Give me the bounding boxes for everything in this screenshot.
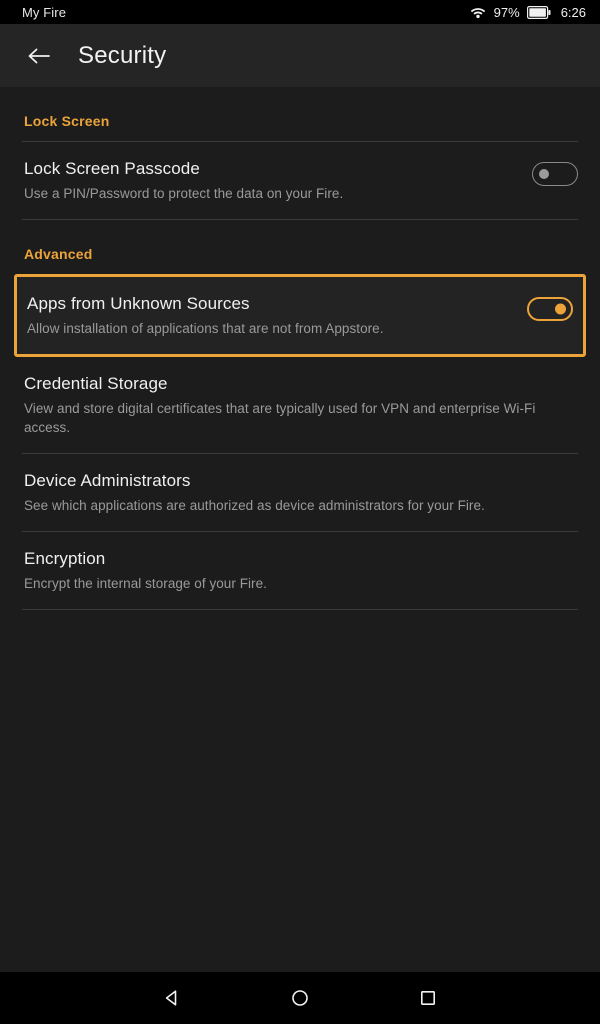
status-bar: My Fire 97% 6:26	[0, 0, 600, 24]
toggle-knob	[539, 169, 549, 179]
list-item-title: Encryption	[24, 549, 106, 568]
arrow-left-icon	[26, 46, 52, 66]
square-recents-icon	[418, 988, 438, 1008]
list-item-subtitle: Encrypt the internal storage of your Fir…	[24, 576, 267, 591]
fire-tablet-screen: My Fire 97% 6:26 Security Lock Screen Lo…	[0, 0, 600, 1024]
toggle-lock-screen-passcode[interactable]	[532, 162, 578, 186]
list-item-texts: Apps from Unknown Sources Allow installa…	[27, 293, 527, 338]
list-item-texts: Encryption Encrypt the internal storage …	[24, 548, 578, 593]
list-item-control	[527, 293, 573, 321]
nav-recents-button[interactable]	[364, 972, 492, 1024]
section-header-advanced: Advanced	[24, 246, 93, 262]
toggle-apps-from-unknown-sources[interactable]	[527, 297, 573, 321]
list-item-texts: Lock Screen Passcode Use a PIN/Password …	[24, 158, 532, 203]
toggle-knob	[555, 303, 566, 315]
list-item-control	[532, 158, 578, 186]
list-item-device-administrators[interactable]: Device Administrators See which applicat…	[0, 454, 600, 531]
list-item-subtitle: See which applications are authorized as…	[24, 498, 485, 513]
status-device-label: My Fire	[22, 4, 67, 20]
list-item-encryption[interactable]: Encryption Encrypt the internal storage …	[0, 532, 600, 609]
list-item-title: Credential Storage	[24, 374, 168, 393]
focus-highlight-apps-from-unknown-sources: Apps from Unknown Sources Allow installa…	[14, 274, 586, 357]
list-item-subtitle: Use a PIN/Password to protect the data o…	[24, 186, 344, 201]
status-clock: 6:26	[560, 4, 586, 20]
triangle-back-icon	[162, 988, 182, 1008]
section-header-lock-screen: Lock Screen	[24, 113, 110, 129]
nav-home-button[interactable]	[236, 972, 364, 1024]
list-item-texts: Credential Storage View and store digita…	[24, 373, 578, 437]
list-item-title: Apps from Unknown Sources	[27, 294, 250, 313]
list-item-texts: Device Administrators See which applicat…	[24, 470, 578, 515]
list-item-title: Lock Screen Passcode	[24, 159, 200, 178]
back-button[interactable]	[22, 39, 56, 73]
app-header: Security	[0, 24, 600, 87]
settings-list: Lock Screen Lock Screen Passcode Use a P…	[0, 87, 600, 972]
list-item-apps-from-unknown-sources[interactable]: Apps from Unknown Sources Allow installa…	[17, 277, 583, 354]
system-navigation-bar	[0, 972, 600, 1024]
divider	[22, 609, 578, 610]
circle-home-icon	[290, 988, 310, 1008]
page-title: Security	[78, 41, 167, 69]
list-item-title: Device Administrators	[24, 471, 191, 490]
list-item-lock-screen-passcode[interactable]: Lock Screen Passcode Use a PIN/Password …	[0, 142, 600, 219]
list-item-subtitle: View and store digital certificates that…	[24, 401, 536, 435]
battery-percent-label: 97%	[493, 4, 520, 20]
nav-back-button[interactable]	[108, 972, 236, 1024]
list-item-credential-storage[interactable]: Credential Storage View and store digita…	[0, 357, 600, 453]
wifi-icon	[469, 5, 487, 19]
status-indicators: 97% 6:26	[469, 5, 586, 20]
battery-icon	[526, 5, 551, 19]
list-item-subtitle: Allow installation of applications that …	[27, 321, 384, 336]
